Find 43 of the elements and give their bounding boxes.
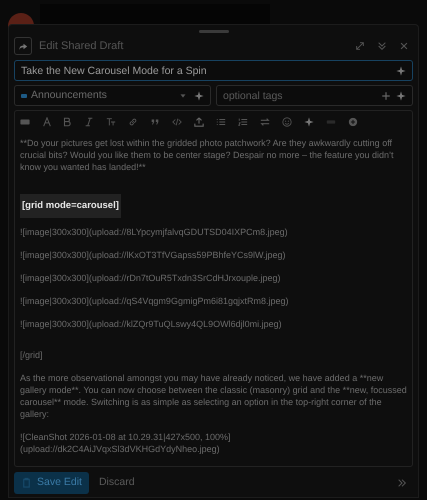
link-icon[interactable]: [128, 117, 138, 127]
editor-text: [/grid]: [20, 349, 44, 362]
editor-text: ![image|300x300](upload://8LYpcymjfalvqGDUTSD04IXPCm8.jpeg): [20, 226, 289, 238]
category-label: Announcements: [31, 88, 108, 103]
close-icon[interactable]: [399, 41, 409, 51]
quote-icon[interactable]: [150, 117, 160, 127]
bold-icon[interactable]: [62, 117, 72, 127]
save-button[interactable]: Save Edit: [14, 472, 89, 494]
italic-icon[interactable]: [84, 117, 94, 127]
editor-text: ![image|300x300](upload://qS4Vqgm9GgmigPm6i81gqjxtRm8.jpeg): [20, 295, 290, 308]
code-icon[interactable]: [172, 117, 182, 127]
editor-text: **Do your pictures get lost within the gridded photo patchwork? Are they awkwardly cutting off crucial bits? Would you like them to be center stage? Despair no more – the feature you didn’t know you wanted has landed!**: [20, 137, 395, 173]
heading-icon[interactable]: [106, 117, 116, 127]
tags-input-box[interactable]: optional tags: [216, 85, 413, 106]
category-dropdown[interactable]: Announcements: [14, 85, 211, 106]
sparkle-icon[interactable]: [304, 117, 314, 127]
sparkle-icon[interactable]: [396, 90, 406, 100]
smiley-icon[interactable]: [282, 117, 292, 127]
double-chevron-icon[interactable]: [397, 478, 407, 488]
drag-handle[interactable]: [198, 30, 228, 33]
letter-a-icon[interactable]: [42, 117, 52, 127]
tags-field[interactable]: optional tags: [223, 86, 381, 105]
collapse-icon[interactable]: [377, 41, 387, 51]
editor-area[interactable]: [14, 110, 413, 467]
swap-arrows-icon[interactable]: [260, 117, 270, 127]
bulleted-list-icon[interactable]: [216, 117, 226, 127]
discard-link[interactable]: Discard: [98, 475, 135, 491]
clipboard-icon: [21, 477, 32, 488]
numbered-list-icon[interactable]: [238, 117, 248, 127]
add-circle-icon[interactable]: [348, 117, 358, 127]
editor-text: ![image|300x300](upload://klZQr9TuQLswy4QL9OWl6djl0mi.jpeg): [20, 318, 283, 330]
highlighted-text: [grid mode=carousel]: [20, 194, 121, 218]
composer-title: Edit Shared Draft: [39, 38, 124, 54]
sparkle-icon[interactable]: [194, 90, 204, 100]
reply-button[interactable]: [14, 37, 32, 55]
editor-text: ![CleanShot 2026-01-08 at 10.29.31|427x500, 100%] (upload://dk2C4AiJVqxSl3dVKHGdYdyNheo.jpeg): [20, 431, 232, 456]
expand-icon[interactable]: [355, 41, 365, 51]
editor-text: ![image|300x300](upload://lKxOT3TfVGapss59PBhfeYCs9lW.jpeg): [20, 249, 286, 262]
sparkle-icon[interactable]: [396, 66, 406, 76]
upload-icon[interactable]: [194, 117, 204, 127]
editor-text: ![image|300x300](upload://rDn7tOuR5Txdn3SrCdHJrxouple.jpeg): [20, 272, 282, 284]
editor-text: As the more observational amongst you may have already noticed, we have added a **new gallery mode**. You can now choose between the classic (masonry) grid and the **new, focussed carousel** mode. Switching is as simple as selecting an option in the top-right corner of the gallery:: [20, 372, 407, 420]
plus-icon[interactable]: [381, 90, 391, 100]
